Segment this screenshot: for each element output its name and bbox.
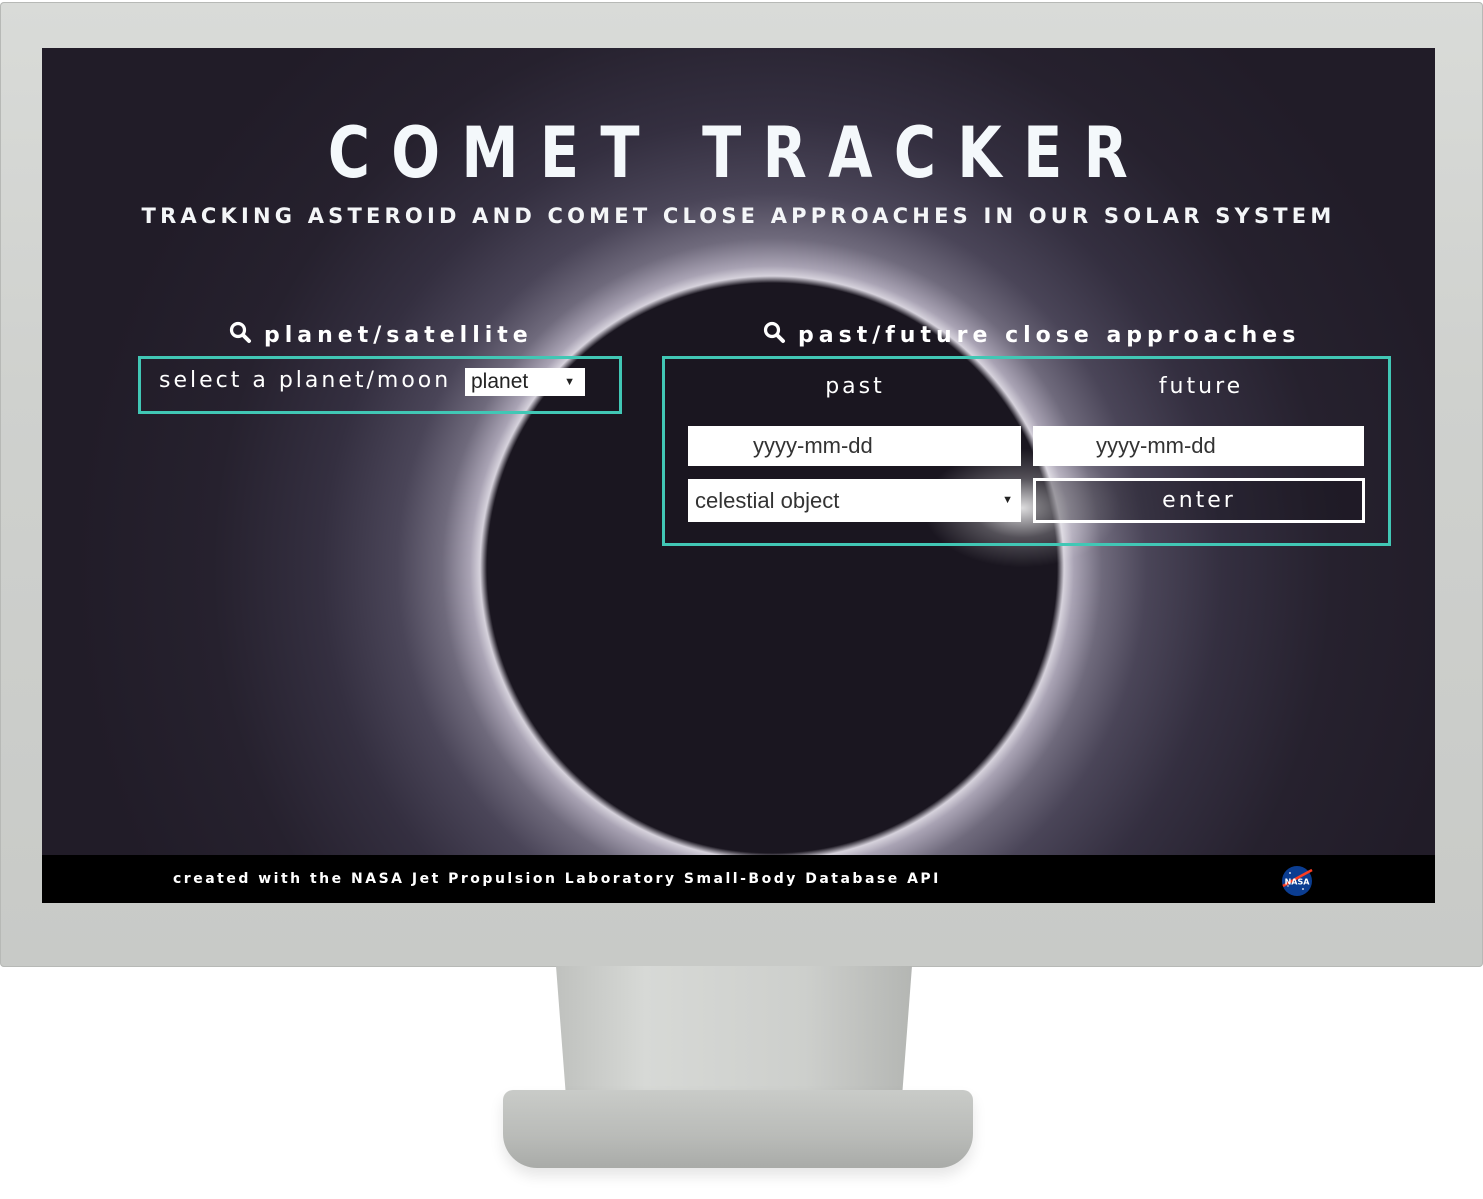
page-subtitle: TRACKING ASTEROID AND COMET CLOSE APPROA… [141,204,1336,228]
planet-select-label: select a planet/moon [159,368,452,393]
future-date-placeholder: yyyy-mm-dd [1096,433,1216,458]
past-date-placeholder: yyyy-mm-dd [753,433,873,458]
page-footer: created with the NASA Jet Propulsion Lab… [42,855,1435,903]
celestial-object-select-value: celestial object [695,488,840,513]
svg-text:NASA: NASA [1285,878,1311,887]
approaches-section-heading-text: past/future close approaches [798,323,1301,348]
enter-button[interactable]: enter [1033,478,1365,523]
chevron-down-icon: ▼ [564,376,575,388]
future-date-input[interactable]: yyyy-mm-dd [1033,426,1364,466]
future-column-label: future [1158,374,1244,399]
desktop-scene: COMET TRACKER TRACKING ASTEROID AND COME… [0,0,1483,1199]
past-column-label: past [825,374,885,399]
approaches-section-heading: past/future close approaches [762,320,1300,349]
planet-search-panel: select a planet/moon planet ▼ [138,356,622,414]
monitor-screen: COMET TRACKER TRACKING ASTEROID AND COME… [42,48,1435,903]
nasa-logo-icon[interactable]: NASA [1280,864,1314,898]
planet-select-value: planet [471,370,529,393]
search-icon [228,320,252,349]
approaches-search-panel: past future yyyy-mm-dd yyyy-mm-dd celest… [662,356,1391,546]
monitor-stand-neck [556,966,912,1106]
chevron-down-icon: ▼ [1002,494,1013,506]
planet-select-dropdown[interactable]: planet ▼ [465,368,585,396]
footer-credit: created with the NASA Jet Propulsion Lab… [173,871,941,887]
planet-section-heading-text: planet/satellite [264,323,533,348]
monitor-stand-base [503,1090,973,1168]
celestial-object-select[interactable]: celestial object ▼ [688,479,1021,522]
page-title: COMET TRACKER [327,112,1150,194]
planet-section-heading: planet/satellite [228,320,533,349]
past-date-input[interactable]: yyyy-mm-dd [688,426,1021,466]
search-icon [762,320,786,349]
